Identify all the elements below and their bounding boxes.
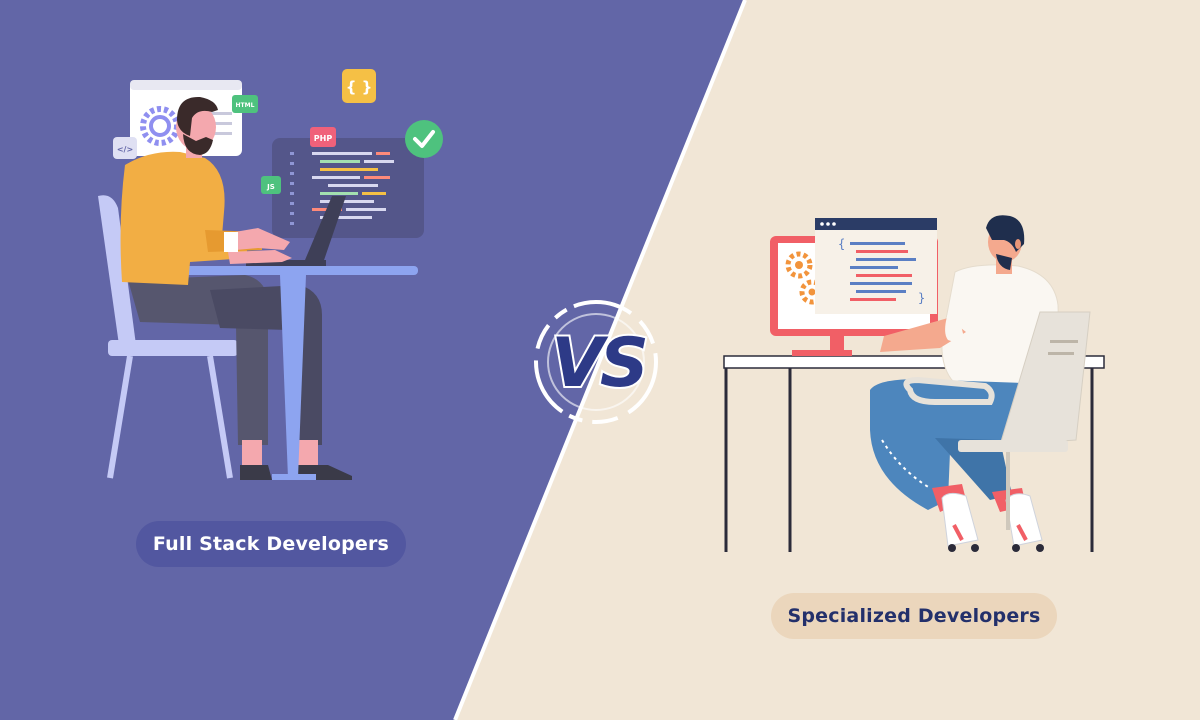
js-tag-icon: JS (261, 176, 281, 194)
braces-tag-text: { } (346, 78, 373, 96)
php-tag-text: PHP (314, 134, 333, 143)
html-tag-text: HTML (236, 102, 255, 109)
code-tag-text: </> (117, 145, 133, 154)
code-open-brace: { (838, 237, 845, 251)
check-circle-icon (405, 120, 443, 158)
comparison-banner: </> HTML { } PHP JS {} VS Full Stack De… (0, 0, 1200, 720)
code-tag-icon: </> (113, 137, 137, 159)
code-editor-panel (272, 138, 424, 238)
code-window: { } (815, 218, 937, 314)
html-tag-icon: HTML (232, 95, 258, 113)
specialized-developers-label: Specialized Developers (771, 593, 1057, 639)
braces-tag-icon: { } (342, 69, 376, 103)
code-close-brace: } (918, 291, 925, 305)
php-tag-icon: PHP (310, 127, 336, 147)
js-tag-text: JS (266, 183, 275, 191)
vs-text: VS (551, 324, 646, 403)
full-stack-developers-label: Full Stack Developers (136, 521, 406, 567)
